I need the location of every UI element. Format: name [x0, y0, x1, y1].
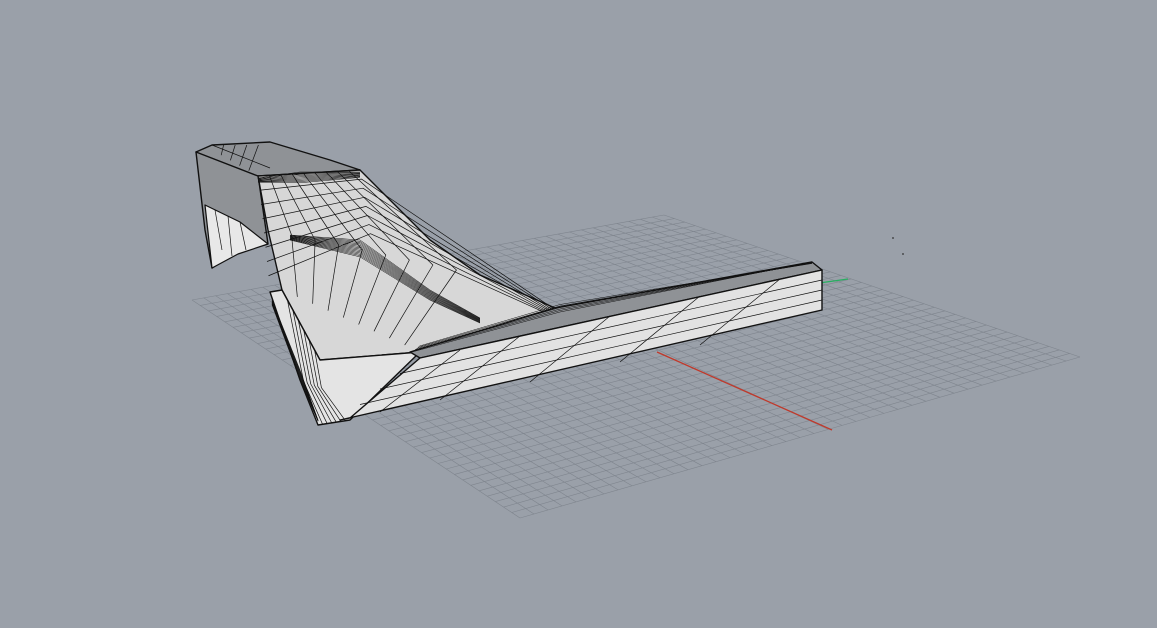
point-marker	[892, 237, 894, 239]
perspective-viewport[interactable]	[0, 0, 1157, 628]
viewport-canvas[interactable]	[0, 0, 1157, 628]
point-marker	[902, 253, 904, 255]
